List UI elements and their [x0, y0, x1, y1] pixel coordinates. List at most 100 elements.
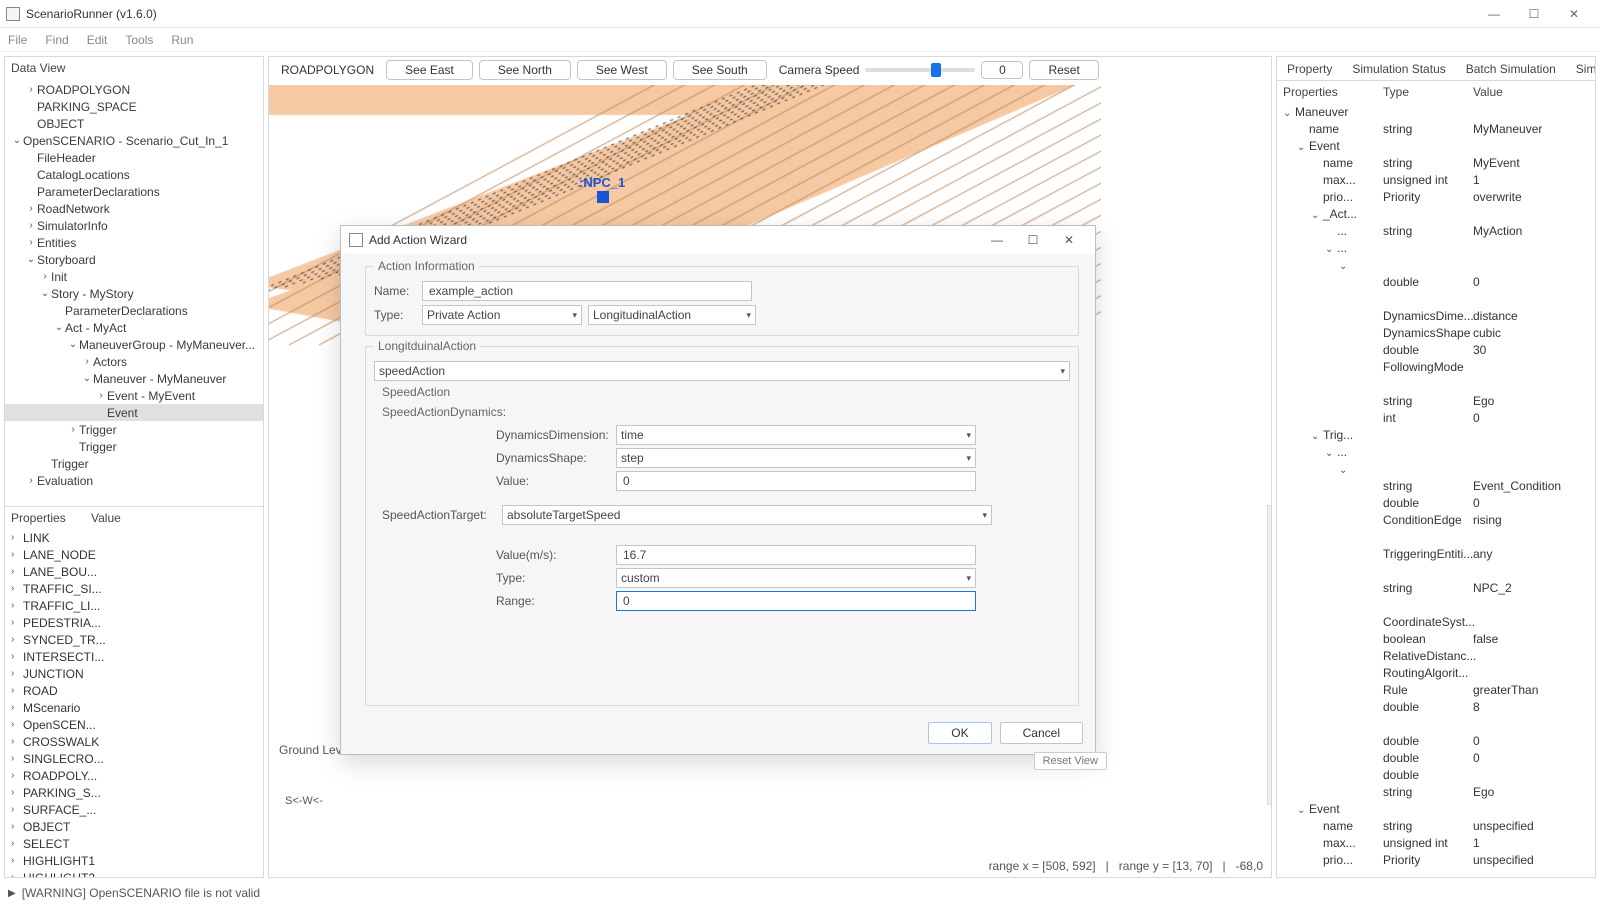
property-row[interactable]: double8	[1277, 698, 1595, 715]
tree-node[interactable]: ParameterDeclarations	[5, 183, 263, 200]
property-row[interactable]: DynamicsDime...distance	[1277, 307, 1595, 324]
property-row[interactable]: prio...Priorityunspecified	[1277, 851, 1595, 868]
tree-node[interactable]: ParameterDeclarations	[5, 302, 263, 319]
scrollbar-stub[interactable]	[1267, 505, 1272, 805]
property-row[interactable]: TriggeringEntiti...any	[1277, 545, 1595, 562]
property-row[interactable]: ConditionEdgerising	[1277, 511, 1595, 528]
property-row[interactable]: stringNPC_2	[1277, 579, 1595, 596]
property-row[interactable]: ⌄Event	[1277, 800, 1595, 817]
see-north-button[interactable]: See North	[479, 60, 571, 80]
property-row[interactable]: double0	[1277, 732, 1595, 749]
tab-batch-sim[interactable]: Batch Simulation	[1456, 62, 1566, 76]
cancel-button[interactable]: Cancel	[1000, 722, 1083, 744]
tree-node[interactable]: ⌄Story - MyStory	[5, 285, 263, 302]
property-row[interactable]: RoutingAlgorit...	[1277, 664, 1595, 681]
property-row[interactable]: ⌄_Act...	[1277, 205, 1595, 222]
tree-node[interactable]: ›Actors	[5, 353, 263, 370]
tree-node[interactable]: ›ROADPOLYGON	[5, 81, 263, 98]
tree-node[interactable]: ⌄Maneuver - MyManeuver	[5, 370, 263, 387]
property-row[interactable]: max...unsigned int1	[1277, 171, 1595, 188]
tree-node[interactable]: ›RoadNetwork	[5, 200, 263, 217]
left-prop-row[interactable]: ›ROAD	[5, 682, 263, 699]
property-row[interactable]: RelativeDistanc...	[1277, 647, 1595, 664]
camera-speed-slider[interactable]	[865, 68, 975, 72]
property-row[interactable]	[1277, 562, 1595, 579]
property-row[interactable]: double0	[1277, 273, 1595, 290]
left-prop-row[interactable]: ›CROSSWALK	[5, 733, 263, 750]
left-prop-row[interactable]: ›LINK	[5, 529, 263, 546]
minimize-button[interactable]: —	[1474, 0, 1514, 27]
tree-node[interactable]: ›Event - MyEvent	[5, 387, 263, 404]
data-view-tree[interactable]: ›ROADPOLYGONPARKING_SPACEOBJECT⌄OpenSCEN…	[5, 79, 263, 507]
reset-button[interactable]: Reset	[1029, 60, 1098, 80]
tree-node[interactable]: ⌄Act - MyAct	[5, 319, 263, 336]
property-row[interactable]: double0	[1277, 749, 1595, 766]
left-prop-row[interactable]: ›SINGLECRO...	[5, 750, 263, 767]
dialog-close-button[interactable]: ✕	[1051, 226, 1087, 254]
dyn-value-input[interactable]	[616, 471, 976, 491]
range-input[interactable]	[616, 591, 976, 611]
property-row[interactable]: ⌄...	[1277, 443, 1595, 460]
speed-action-select[interactable]: speedAction▾	[374, 361, 1070, 381]
left-prop-row[interactable]: ›HIGHLIGHT2	[5, 869, 263, 877]
left-prop-row[interactable]: ›LANE_BOU...	[5, 563, 263, 580]
property-row[interactable]: ⌄Maneuver	[1277, 103, 1595, 120]
see-east-button[interactable]: See East	[386, 60, 473, 80]
property-row[interactable]	[1277, 290, 1595, 307]
property-row[interactable]: ⌄Trig...	[1277, 426, 1595, 443]
status-caret-icon[interactable]: ▶	[8, 888, 16, 899]
property-row[interactable]	[1277, 375, 1595, 392]
property-row[interactable]: namestringMyEvent	[1277, 154, 1595, 171]
dyn-dim-select[interactable]: time▾	[616, 425, 976, 445]
property-row[interactable]	[1277, 715, 1595, 732]
property-row[interactable]: double0	[1277, 494, 1595, 511]
tree-node[interactable]: OBJECT	[5, 115, 263, 132]
left-prop-row[interactable]: ›PARKING_S...	[5, 784, 263, 801]
property-row[interactable]: max...unsigned int1	[1277, 834, 1595, 851]
speed-type-select[interactable]: custom▾	[616, 568, 976, 588]
npc-marker[interactable]	[597, 191, 609, 203]
left-prop-row[interactable]: ›MScenario	[5, 699, 263, 716]
property-row[interactable]: namestringMyManeuver	[1277, 120, 1595, 137]
tree-node[interactable]: FileHeader	[5, 149, 263, 166]
see-west-button[interactable]: See West	[577, 60, 667, 80]
property-row[interactable]: int0	[1277, 409, 1595, 426]
left-prop-row[interactable]: ›TRAFFIC_LI...	[5, 597, 263, 614]
left-prop-row[interactable]: ›INTERSECTI...	[5, 648, 263, 665]
camera-speed-value[interactable]: 0	[981, 61, 1023, 79]
property-row[interactable]: stringEgo	[1277, 783, 1595, 800]
menu-edit[interactable]: Edit	[87, 33, 108, 47]
tree-node[interactable]: CatalogLocations	[5, 166, 263, 183]
tree-node[interactable]: ⌄OpenSCENARIO - Scenario_Cut_In_1	[5, 132, 263, 149]
property-row[interactable]: FollowingMode	[1277, 358, 1595, 375]
menu-find[interactable]: Find	[45, 33, 68, 47]
property-row[interactable]: RulegreaterThan	[1277, 681, 1595, 698]
left-prop-row[interactable]: ›PEDESTRIA...	[5, 614, 263, 631]
tab-sim-status[interactable]: Simulation Status	[1342, 62, 1455, 76]
tree-node[interactable]: Trigger	[5, 438, 263, 455]
ok-button[interactable]: OK	[928, 722, 991, 744]
property-row[interactable]: ⌄...	[1277, 239, 1595, 256]
dyn-shape-select[interactable]: step▾	[616, 448, 976, 468]
tree-node[interactable]: PARKING_SPACE	[5, 98, 263, 115]
left-prop-row[interactable]: ›SYNCED_TR...	[5, 631, 263, 648]
close-button[interactable]: ✕	[1554, 0, 1594, 27]
property-row[interactable]: DynamicsShapecubic	[1277, 324, 1595, 341]
value-ms-input[interactable]	[616, 545, 976, 565]
type-select[interactable]: Private Action▾	[422, 305, 582, 325]
menu-run[interactable]: Run	[171, 33, 193, 47]
left-prop-row[interactable]: ›TRAFFIC_SI...	[5, 580, 263, 597]
property-row[interactable]	[1277, 596, 1595, 613]
left-prop-row[interactable]: ›LANE_NODE	[5, 546, 263, 563]
see-south-button[interactable]: See South	[673, 60, 767, 80]
property-row[interactable]: namestringunspecified	[1277, 817, 1595, 834]
tree-node[interactable]: ⌄Storyboard	[5, 251, 263, 268]
left-prop-row[interactable]: ›SELECT	[5, 835, 263, 852]
tree-node[interactable]: ⌄ManeuverGroup - MyManeuver...	[5, 336, 263, 353]
dialog-minimize-button[interactable]: —	[979, 226, 1015, 254]
tree-node[interactable]: ›Entities	[5, 234, 263, 251]
tree-node[interactable]: ›SimulatorInfo	[5, 217, 263, 234]
menu-tools[interactable]: Tools	[125, 33, 153, 47]
property-row[interactable]: ⌄	[1277, 460, 1595, 477]
property-row[interactable]: CoordinateSyst...	[1277, 613, 1595, 630]
